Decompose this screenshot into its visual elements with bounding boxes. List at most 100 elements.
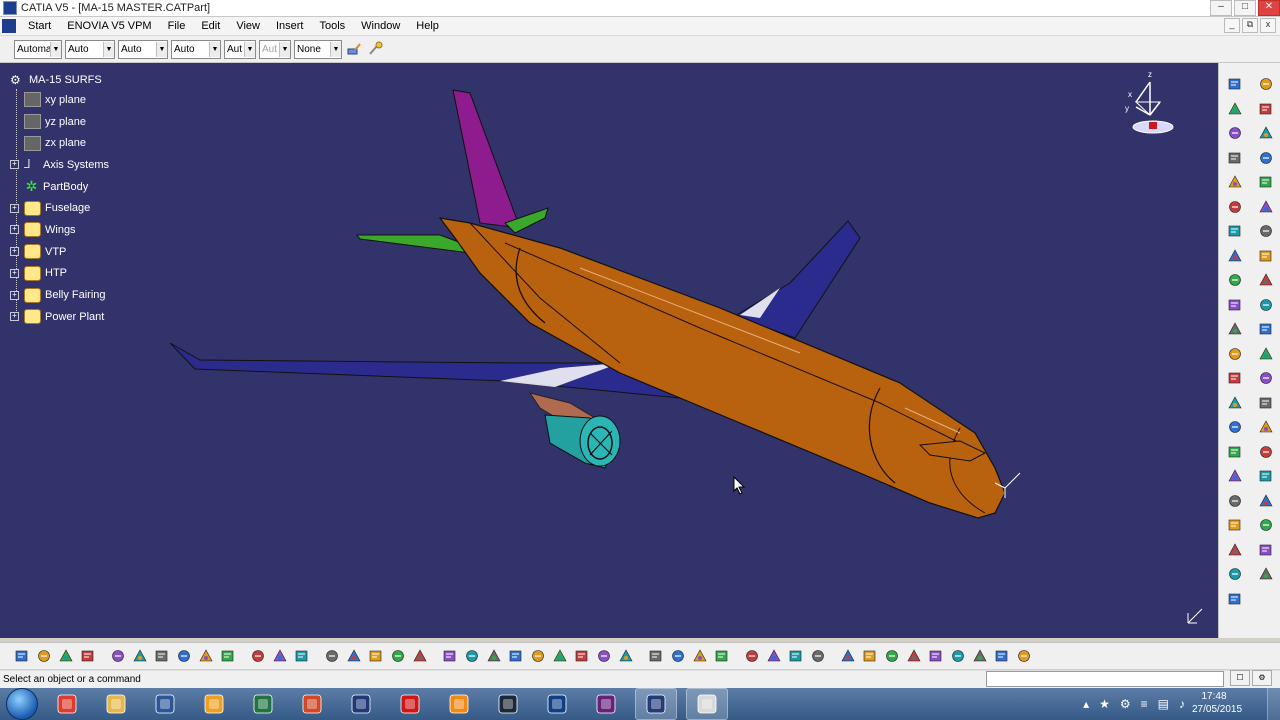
swap-icon[interactable] [1226,590,1244,608]
expand-icon[interactable]: + [10,268,19,278]
powerpoint-app[interactable] [292,689,332,719]
expand-icon[interactable]: + [10,290,19,300]
apply-material-icon[interactable] [1226,492,1244,510]
pan-icon[interactable] [462,646,482,666]
extract-icon[interactable] [1257,320,1275,338]
blend-icon[interactable] [1257,247,1275,265]
intersection-icon[interactable] [1257,124,1275,142]
visual-studio-app[interactable] [586,689,626,719]
expand-icon[interactable]: + [10,247,19,257]
status-button-2[interactable]: ⚙ [1252,670,1272,686]
fillet-icon[interactable] [1226,345,1244,363]
zoom-out-icon[interactable] [528,646,548,666]
chrome-app[interactable] [47,689,87,719]
multi-view-icon[interactable] [572,646,592,666]
line-type-combo[interactable]: Auto ▼ [171,39,221,59]
shading-icon[interactable] [616,646,636,666]
expand-icon[interactable]: + [10,203,19,213]
menu-view[interactable]: View [228,18,268,34]
measure-icon[interactable] [742,646,762,666]
minimize-button[interactable]: – [1210,0,1232,16]
fit-all-icon[interactable] [440,646,460,666]
part-body-icon[interactable] [1257,492,1275,510]
save-icon[interactable] [56,646,76,666]
new-icon[interactable] [12,646,32,666]
tree-item-axis-systems[interactable]: + ⅃ Axis Systems [8,154,109,176]
invert-orientation-icon[interactable] [1226,443,1244,461]
tray-icon[interactable]: ▤ [1158,697,1169,711]
sketcher-icon[interactable] [1226,75,1244,93]
point-icon[interactable] [1257,75,1275,93]
rotate-icon[interactable] [1226,369,1244,387]
maximize-button[interactable]: □ [1234,0,1256,16]
3d-viewport[interactable]: z x y ⚙ MA-15 SURFS xy plane yz plane zx… [0,63,1218,638]
transparency-combo[interactable]: Auto ▼ [65,39,115,59]
menu-insert[interactable]: Insert [268,18,312,34]
iso-view-icon[interactable] [594,646,614,666]
tree-root[interactable]: ⚙ MA-15 SURFS [8,71,109,89]
repetition-icon[interactable] [1226,467,1244,485]
tree-item-vtp[interactable]: + VTP [8,241,109,263]
open-icon[interactable] [34,646,54,666]
3d-compass-icon[interactable] [926,646,946,666]
knowledge-icon[interactable] [344,646,364,666]
cut-icon[interactable] [108,646,128,666]
tree-item-xy-plane[interactable]: xy plane [8,89,109,111]
windows-start-button[interactable] [6,688,38,720]
revolve-icon[interactable] [1226,198,1244,216]
update-icon[interactable] [690,646,710,666]
scan-icon[interactable] [292,646,312,666]
rotate-icon[interactable] [484,646,504,666]
format-brush-icon[interactable] [366,40,384,58]
circle-icon[interactable] [1226,149,1244,167]
tray-icon[interactable]: ≡ [1141,697,1148,711]
grid-icon[interactable] [838,646,858,666]
snap-icon[interactable] [904,646,924,666]
menu-start[interactable]: Start [20,18,59,34]
tree-icon[interactable] [882,646,902,666]
word-app[interactable] [145,689,185,719]
catia-logo-icon[interactable] [1014,646,1034,666]
comment-icon[interactable] [270,646,290,666]
translate-icon[interactable] [1257,345,1275,363]
normal-view-icon[interactable] [550,646,570,666]
airplane-model[interactable] [0,63,1218,638]
tray-icon[interactable]: ♪ [1179,697,1185,711]
fly-mode-icon[interactable] [410,646,430,666]
taskbar-clock[interactable]: 17:48 27/05/2015 [1192,690,1242,716]
formula-icon[interactable] [248,646,268,666]
split-icon[interactable] [1226,296,1244,314]
tray-icon[interactable]: ▴ [1083,697,1089,711]
swap-visible-icon[interactable] [668,646,688,666]
menu-edit[interactable]: Edit [193,18,228,34]
layer-combo[interactable]: None ▼ [294,39,342,59]
acrobat-app[interactable] [390,689,430,719]
hide-show-icon[interactable] [646,646,666,666]
axis-to-axis-icon[interactable] [1226,418,1244,436]
3d-compass-icon[interactable]: z x y [1120,67,1180,137]
power-input-field[interactable] [986,671,1224,687]
sketch-analysis-icon[interactable] [948,646,968,666]
spline-icon[interactable] [1257,149,1275,167]
menu-window[interactable]: Window [353,18,408,34]
undo-icon[interactable] [174,646,194,666]
expand-icon[interactable]: + [10,312,19,322]
axis-icon[interactable] [860,646,880,666]
material-icon[interactable] [992,646,1012,666]
knowledge-icon[interactable] [1257,541,1275,559]
menu-file[interactable]: File [160,18,194,34]
measure-icon[interactable] [1257,467,1275,485]
tree-item-partbody[interactable]: ✲ PartBody [8,176,109,198]
copy-icon[interactable] [130,646,150,666]
tray-icon[interactable]: ⚙ [1120,697,1131,711]
geometrical-set-icon[interactable] [1226,516,1244,534]
tree-item-zx-plane[interactable]: zx plane [8,132,109,154]
join-icon[interactable] [1226,271,1244,289]
menu-enovia[interactable]: ENOVIA V5 VPM [59,18,159,34]
close-button[interactable]: ✕ [1258,0,1280,16]
status-button-1[interactable]: ☐ [1230,670,1250,686]
reaction-icon[interactable] [388,646,408,666]
fill-icon[interactable] [1257,222,1275,240]
tree-item-belly-fairing[interactable]: + Belly Fairing [8,284,109,306]
window-app[interactable] [686,688,728,720]
